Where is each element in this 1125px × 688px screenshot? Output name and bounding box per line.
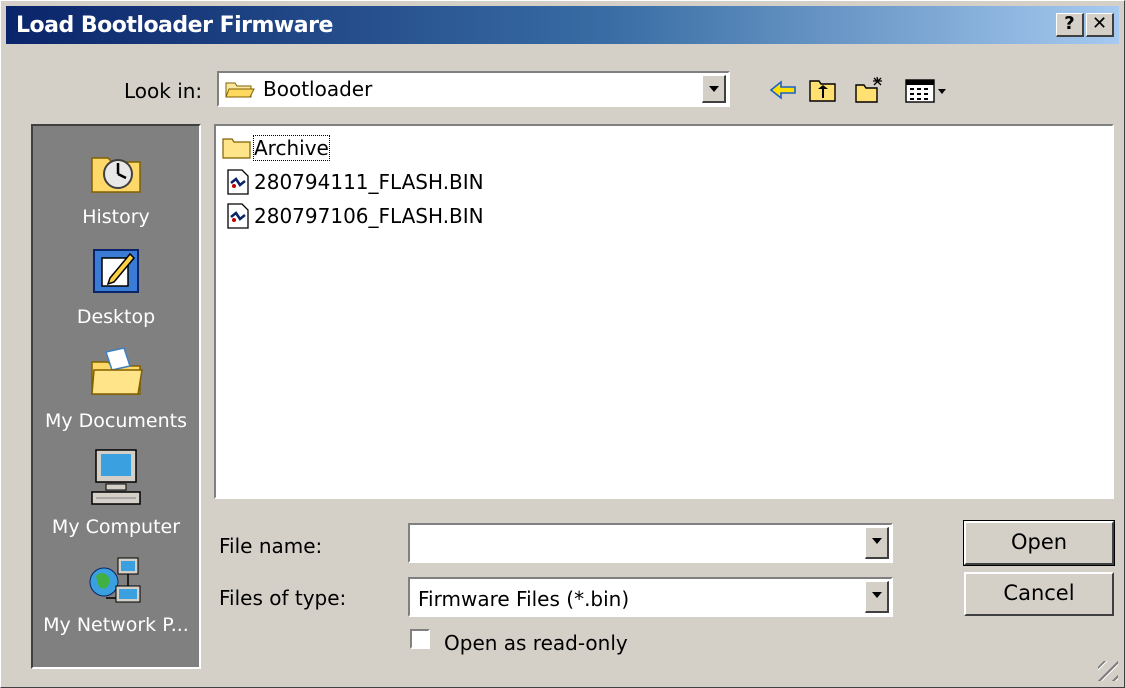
place-my-computer[interactable]: My Computer <box>33 448 199 538</box>
place-my-network[interactable]: My Network P... <box>33 556 199 636</box>
title-bar[interactable]: Load Bootloader Firmware ? ✕ <box>6 6 1119 44</box>
close-button[interactable]: ✕ <box>1086 13 1114 37</box>
filetype-combo[interactable]: Firmware Files (*.bin) <box>408 577 893 617</box>
my-computer-icon <box>91 449 141 505</box>
place-my-documents[interactable]: My Documents <box>33 346 199 432</box>
open-button[interactable]: Open <box>963 520 1115 566</box>
window-title: Load Bootloader Firmware <box>16 13 333 38</box>
history-icon <box>91 157 141 193</box>
folder-open-icon <box>225 82 255 98</box>
readonly-label[interactable]: Open as read-only <box>444 631 628 655</box>
my-network-icon <box>89 557 141 603</box>
file-name: 280797106_FLASH.BIN <box>254 204 484 228</box>
readonly-checkbox[interactable] <box>410 629 430 649</box>
file-list[interactable]: Archive 280794111_FLASH.BIN 280797106_FL… <box>214 124 1114 499</box>
bin-file-icon <box>227 169 249 195</box>
lookin-combo[interactable]: Bootloader <box>217 71 730 107</box>
filetype-label: Files of type: <box>219 586 347 610</box>
resize-grip[interactable] <box>1098 661 1118 681</box>
filename-dropdown-button[interactable] <box>865 527 889 559</box>
cancel-button[interactable]: Cancel <box>964 572 1114 616</box>
place-desktop[interactable]: Desktop <box>33 244 199 328</box>
filename-label: File name: <box>219 534 323 558</box>
file-name: 280794111_FLASH.BIN <box>254 170 484 194</box>
place-desktop-label: Desktop <box>76 306 156 328</box>
places-bar: History Desktop My Documents My Computer… <box>31 124 201 669</box>
folder-icon <box>222 138 251 159</box>
up-folder-icon[interactable] <box>807 75 839 105</box>
lookin-dropdown-button[interactable] <box>702 75 726 103</box>
my-documents-icon <box>91 347 143 395</box>
desktop-icon <box>93 249 139 293</box>
help-button[interactable]: ? <box>1056 13 1084 37</box>
lookin-label: Look in: <box>124 79 203 103</box>
bin-file-icon <box>227 203 249 229</box>
place-history-label: History <box>82 206 150 228</box>
filename-combo[interactable] <box>408 523 893 563</box>
load-firmware-dialog: Load Bootloader Firmware ? ✕ Look in: Bo… <box>0 0 1125 688</box>
new-folder-icon[interactable] <box>853 75 885 105</box>
filetype-value: Firmware Files (*.bin) <box>418 587 630 611</box>
lookin-value: Bootloader <box>263 77 373 101</box>
place-my-documents-label: My Documents <box>44 410 187 432</box>
place-history[interactable]: History <box>33 138 199 228</box>
filetype-dropdown-button[interactable] <box>865 581 889 613</box>
place-my-network-label: My Network P... <box>43 614 189 636</box>
place-my-computer-label: My Computer <box>51 516 181 538</box>
back-icon[interactable] <box>767 75 799 105</box>
file-name: Archive <box>253 135 330 161</box>
view-menu-icon[interactable] <box>903 75 949 105</box>
